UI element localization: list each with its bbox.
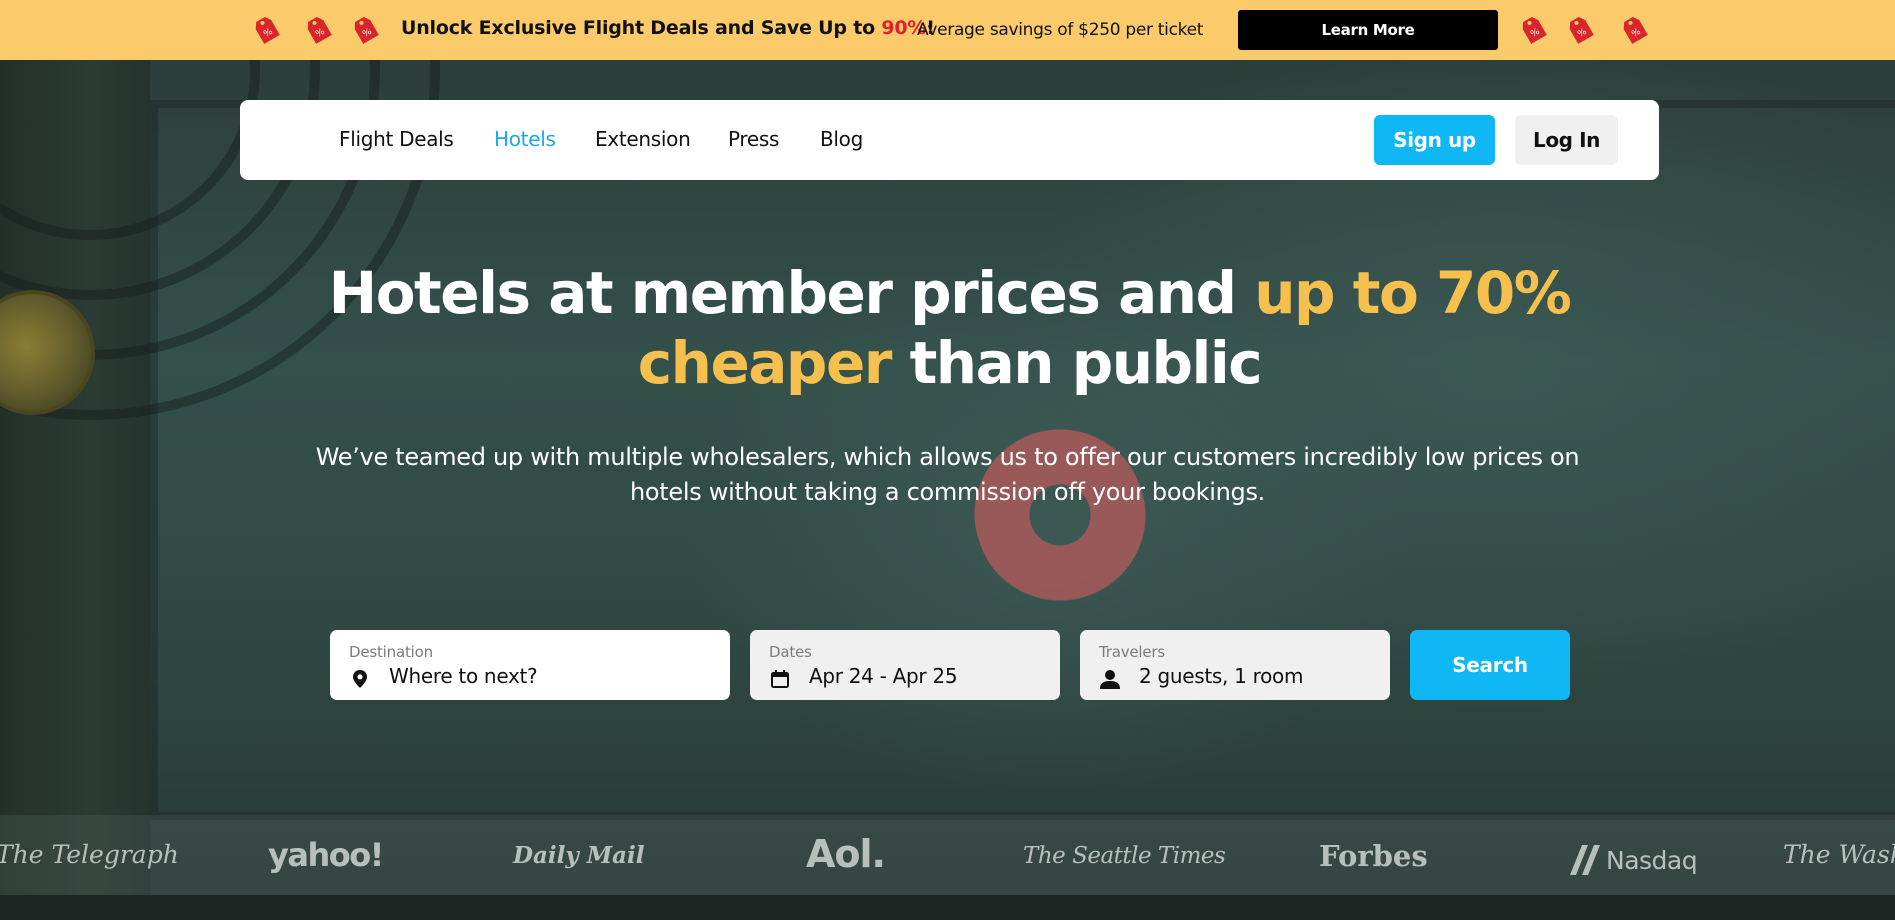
hero-title-highlight: up to 70% <box>1254 259 1572 327</box>
dates-label: Dates <box>769 643 812 661</box>
press-logo-telegraph: The Telegraph <box>0 840 179 869</box>
discount-tag-icon: % <box>354 16 379 44</box>
travelers-field[interactable]: Travelers 2 guests, 1 room <box>1080 630 1390 700</box>
hero-subtitle: We’ve teamed up with multiple wholesaler… <box>315 443 1580 506</box>
main-navigation: Flight Deals Hotels Extension Press Blog… <box>240 100 1659 180</box>
nav-link-press[interactable]: Press <box>728 127 779 151</box>
destination-input[interactable] <box>389 664 709 688</box>
discount-tag-icon: % <box>307 16 332 44</box>
press-logo-daily-mail: Daily Mail <box>513 842 645 869</box>
calendar-icon <box>771 670 789 688</box>
search-button[interactable]: Search <box>1410 630 1570 700</box>
press-logo-nasdaq: Nasdaq <box>1606 846 1698 875</box>
press-logo-washington-post: The Washin <box>1783 840 1895 869</box>
promo-headline: Unlock Exclusive Flight Deals and Save U… <box>401 17 935 39</box>
sign-up-button[interactable]: Sign up <box>1374 115 1495 165</box>
nav-link-hotels[interactable]: Hotels <box>494 127 556 151</box>
person-icon <box>1100 670 1120 689</box>
dates-field[interactable]: Dates Apr 24 - Apr 25 <box>750 630 1060 700</box>
travelers-label: Travelers <box>1099 643 1166 661</box>
press-logo-aol: Aol. <box>806 832 886 876</box>
discount-tag-icon: % <box>1569 16 1594 44</box>
discount-tag-icon: % <box>255 16 280 44</box>
nasdaq-logo-icon <box>1570 845 1600 875</box>
hero-title-part: than public <box>890 329 1263 397</box>
discount-tag-icon: % <box>1522 16 1547 44</box>
log-in-button[interactable]: Log In <box>1515 115 1618 165</box>
press-logo-yahoo: yahoo! <box>268 836 384 874</box>
press-logo-seattle-times: The Seattle Times <box>1023 843 1226 869</box>
hero-title: Hotels at member prices and up to 70% ch… <box>240 258 1659 398</box>
nav-link-flight-deals[interactable]: Flight Deals <box>339 127 454 151</box>
press-logo-forbes: Forbes <box>1319 839 1428 873</box>
promo-banner: % % % Unlock Exclusive Flight Deals and … <box>0 0 1895 60</box>
map-pin-icon <box>353 670 367 688</box>
nav-link-blog[interactable]: Blog <box>820 127 863 151</box>
discount-tag-icon: % <box>1623 16 1648 44</box>
destination-label: Destination <box>349 643 433 661</box>
hero-title-highlight: cheaper <box>637 329 893 397</box>
promo-subtext: Average savings of $250 per ticket <box>917 20 1204 40</box>
hero-title-part: Hotels at member prices and <box>328 259 1255 327</box>
destination-field[interactable]: Destination <box>330 630 730 700</box>
learn-more-button[interactable]: Learn More <box>1238 10 1498 50</box>
nav-link-extension[interactable]: Extension <box>595 127 691 151</box>
bottom-shade <box>0 895 1895 920</box>
promo-headline-text: Unlock Exclusive Flight Deals and Save U… <box>401 17 882 39</box>
